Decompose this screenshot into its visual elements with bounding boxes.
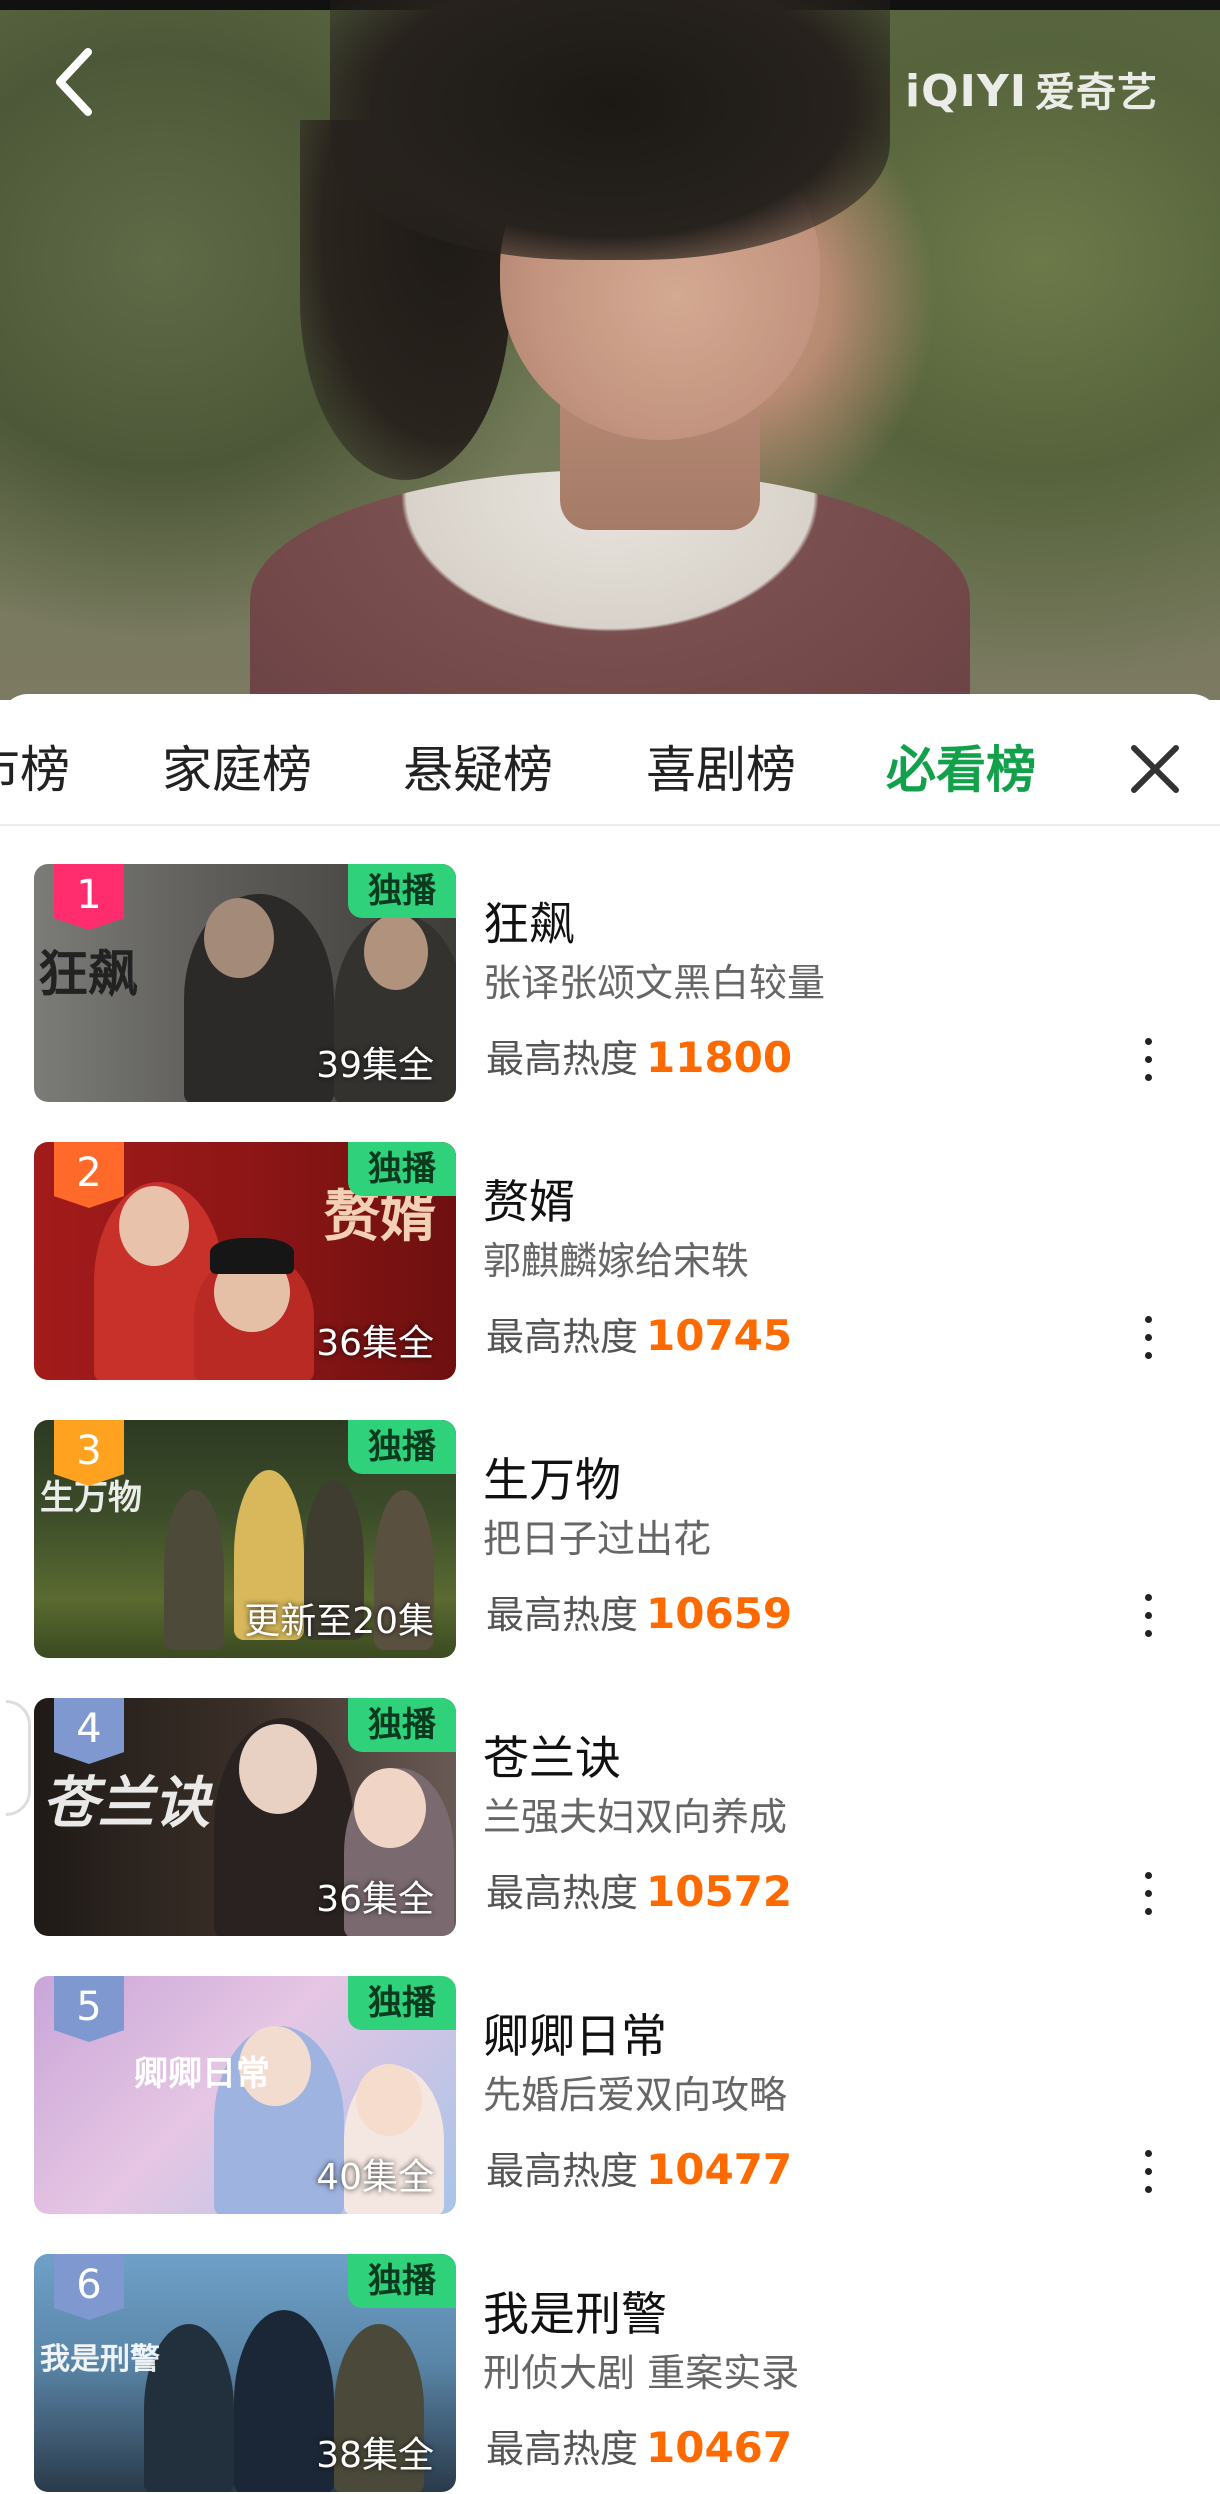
show-description: 张译张颂文黑白较量: [483, 961, 826, 1005]
rank-badge: 3: [54, 1420, 124, 1486]
cover-image[interactable]: 狂飙 1 独播 39集全: [34, 864, 456, 1102]
heat-score: 最高热度 10467: [486, 2418, 792, 2473]
list-item[interactable]: 赘婿 2 独播 36集全 赘婿 郭麒麟嫁给宋轶 最高热度 10745: [0, 1142, 1220, 1382]
cover-image[interactable]: 生万物 3 独播 更新至20集: [34, 1420, 456, 1658]
heat-label: 最高热度: [486, 2149, 639, 2193]
cover-title-art: 狂飙: [38, 945, 138, 1003]
heat-label: 最高热度: [486, 1871, 639, 1915]
show-description: 郭麒麟嫁给宋轶: [483, 1239, 750, 1283]
exclusive-badge: 独播: [348, 1698, 456, 1752]
heat-label: 最高热度: [486, 2427, 639, 2471]
cover-image[interactable]: 苍兰诀 4 独播 36集全: [34, 1698, 456, 1936]
list-item[interactable]: 狂飙 1 独播 39集全 狂飙 张译张颂文黑白较量 最高热度 11800: [0, 864, 1220, 1104]
heat-label: 最高热度: [486, 1037, 639, 1081]
more-options-icon[interactable]: [1136, 2142, 1160, 2202]
cover-image[interactable]: 我是刑警 6 独播 38集全: [34, 2254, 456, 2492]
exclusive-badge: 独播: [348, 1142, 456, 1196]
rank-badge: 5: [54, 1976, 124, 2042]
side-drag-handle[interactable]: [6, 1700, 31, 1816]
video-frame-hair-top: [330, 0, 890, 260]
list-item[interactable]: 卿卿日常 5 独播 40集全 卿卿日常 先婚后爱双向攻略 最高热度 10477: [0, 1976, 1220, 2216]
show-title[interactable]: 卿卿日常: [483, 2000, 667, 2066]
rank-badge: 1: [54, 864, 124, 930]
show-title[interactable]: 苍兰诀: [483, 1722, 621, 1788]
tab-suspense[interactable]: 悬疑榜: [403, 730, 553, 799]
cover-image[interactable]: 卿卿日常 5 独播 40集全: [34, 1976, 456, 2214]
tab-family[interactable]: 家庭榜: [162, 730, 312, 799]
show-title[interactable]: 狂飙: [483, 888, 575, 954]
tab-comedy[interactable]: 喜剧榜: [646, 730, 796, 799]
episode-count: 36集全: [316, 1879, 434, 1920]
ranking-panel: 市榜 家庭榜 悬疑榜 喜剧榜 必看榜 狂飙 1 独播 39集全 狂飙 张译张颂文…: [0, 694, 1220, 2492]
show-description: 先婚后爱双向攻略: [483, 2073, 788, 2117]
episode-count: 40集全: [316, 2157, 434, 2198]
show-description: 刑侦大剧 重案实录: [483, 2351, 800, 2395]
episode-count: 38集全: [316, 2435, 434, 2476]
show-description: 兰强夫妇双向养成: [483, 1795, 788, 1839]
show-description: 把日子过出花: [483, 1517, 712, 1561]
tab-must-watch[interactable]: 必看榜: [886, 730, 1036, 799]
episode-count: 更新至20集: [244, 1601, 434, 1642]
heat-value: 10745: [646, 1311, 793, 1360]
heat-value: 10572: [646, 1867, 793, 1916]
iqiyi-logo: iQIYI 爱奇艺: [905, 60, 1165, 117]
close-button[interactable]: [1120, 734, 1190, 804]
heat-score: 最高热度 10477: [486, 2140, 792, 2195]
more-options-icon[interactable]: [1136, 1864, 1160, 1924]
exclusive-badge: 独播: [348, 1976, 456, 2030]
more-options-icon[interactable]: [1136, 1586, 1160, 1646]
more-options-icon[interactable]: [1136, 1308, 1160, 1368]
rank-badge: 2: [54, 1142, 124, 1208]
list-item[interactable]: 苍兰诀 4 独播 36集全 苍兰诀 兰强夫妇双向养成 最高热度 10572: [0, 1698, 1220, 1938]
logo-wordmark: iQIYI: [905, 66, 1028, 117]
heat-value: 11800: [646, 1033, 793, 1082]
cover-image[interactable]: 赘婿 2 独播 36集全: [34, 1142, 456, 1380]
heat-score: 最高热度 10659: [486, 1584, 792, 1639]
exclusive-badge: 独播: [348, 864, 456, 918]
rank-badge: 4: [54, 1698, 124, 1764]
video-player[interactable]: iQIYI 爱奇艺: [0, 0, 1220, 700]
heat-score: 最高热度 10745: [486, 1306, 792, 1361]
episode-count: 36集全: [316, 1323, 434, 1364]
exclusive-badge: 独播: [348, 1420, 456, 1474]
heat-value: 10467: [646, 2423, 793, 2472]
more-options-icon[interactable]: [1136, 1030, 1160, 1090]
heat-label: 最高热度: [486, 1315, 639, 1359]
heat-score: 最高热度 11800: [486, 1028, 792, 1083]
cover-title-art: 苍兰诀: [42, 1771, 210, 1836]
rank-badge: 6: [54, 2254, 124, 2320]
tab-city[interactable]: 市榜: [0, 730, 70, 799]
close-icon: [1131, 745, 1179, 793]
tabs-divider: [0, 824, 1220, 826]
exclusive-badge: 独播: [348, 2254, 456, 2308]
heat-value: 10477: [646, 2145, 793, 2194]
heat-score: 最高热度 10572: [486, 1862, 792, 1917]
logo-chinese: 爱奇艺: [1035, 70, 1159, 116]
cover-title-art: 卿卿日常: [134, 2054, 270, 2094]
heat-value: 10659: [646, 1589, 793, 1638]
list-item[interactable]: 我是刑警 6 独播 38集全 我是刑警 刑侦大剧 重案实录 最高热度 10467: [0, 2254, 1220, 2494]
chevron-left-icon: [56, 48, 92, 116]
cover-title-art: 我是刑警: [40, 2342, 160, 2377]
show-title[interactable]: 我是刑警: [483, 2278, 667, 2344]
episode-count: 39集全: [316, 1045, 434, 1086]
heat-label: 最高热度: [486, 1593, 639, 1637]
show-title[interactable]: 赘婿: [483, 1166, 575, 1232]
show-title[interactable]: 生万物: [483, 1444, 621, 1510]
ranking-tabs: 市榜 家庭榜 悬疑榜 喜剧榜 必看榜: [0, 694, 1220, 824]
back-button[interactable]: [48, 42, 108, 122]
list-item[interactable]: 生万物 3 独播 更新至20集 生万物 把日子过出花 最高热度 10659: [0, 1420, 1220, 1660]
